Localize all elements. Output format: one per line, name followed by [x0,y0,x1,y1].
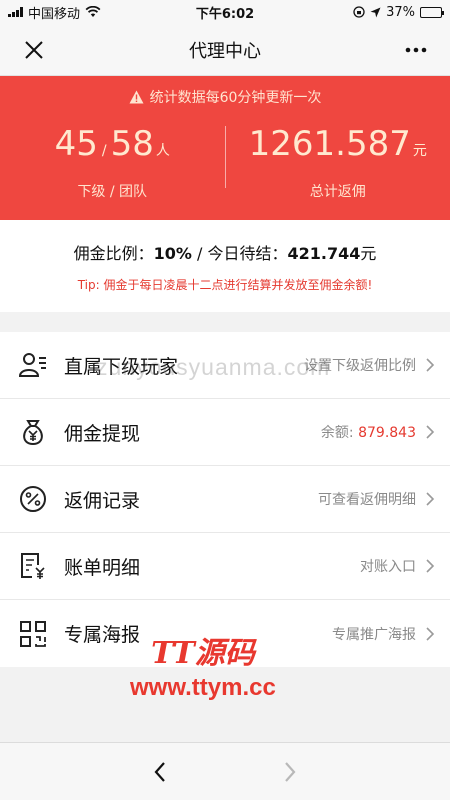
page-title: 代理中心 [189,40,261,62]
pending-value: 421.744 [287,244,361,263]
bill-icon [16,549,50,583]
close-icon [25,40,43,59]
menu-item-title: 账单明细 [64,556,141,579]
team-stat-value: 45 / 58 人 [55,124,170,171]
more-button[interactable] [398,32,434,68]
rebate-stat-value: 1261.587 元 [249,124,427,171]
wifi-icon [85,6,101,17]
percent-icon [16,482,50,516]
pending-label: 今日待结： [207,244,288,263]
rotation-lock-icon [353,6,365,18]
browser-toolbar [0,742,450,800]
balance-value: 879.843 [358,425,416,441]
forward-button[interactable] [270,752,310,792]
signal-icon [8,7,23,17]
menu-item-bill-details[interactable]: 账单明细 对账入口 [0,533,450,600]
rebate-stat-label: 总计返佣 [309,184,366,200]
chevron-right-icon [426,358,435,372]
users-list-icon [16,348,50,382]
location-icon [370,7,381,17]
chevron-right-icon [426,425,435,439]
settlement-tip: Tip: 佣金于每日凌晨十二点进行结算并发放至佣金余额! [77,278,373,292]
battery-icon [420,6,444,18]
update-notice-text: 统计数据每60分钟更新一次 [149,90,322,106]
balance-note: 余额: 879.843 [321,422,416,442]
team-stat: 45 / 58 人 下级 / 团队 [0,118,225,208]
total-rebate-amount: 1261.587 [248,124,411,164]
menu-item-poster[interactable]: 专属海报 专属推广海报 [0,600,450,667]
rebate-stat: 1261.587 元 总计返佣 [226,118,450,208]
team-count: 58 [110,124,154,164]
menu-item-rebate-records[interactable]: 返佣记录 可查看返佣明细 [0,466,450,533]
chevron-right-icon [285,761,296,782]
commission-line: 佣金比例：10% / 今日待结：421.744元 [74,240,377,264]
commission-separator: / [191,244,208,263]
menu-item-title: 佣金提现 [64,422,141,445]
nav-bar: 代理中心 [0,24,450,76]
warning-icon [129,90,144,104]
currency-unit: 元 [412,143,427,159]
subordinate-count: 45 [54,124,98,164]
chevron-right-icon [426,626,435,641]
menu-item-title: 专属海报 [64,624,141,646]
update-notice: 统计数据每60分钟更新一次 [0,76,450,118]
menu-item-note: 设置下级返佣比例 [304,358,416,374]
rate-value: 10% [153,244,192,263]
menu-item-title: 直属下级玩家 [64,355,179,378]
qr-code-icon [16,617,50,651]
stats-banner: 统计数据每60分钟更新一次 45 / 58 人 下级 / 团队 1261.587… [0,76,450,220]
carrier-name: 中国移动 [28,6,81,22]
commission-info: 佣金比例：10% / 今日待结：421.744元 Tip: 佣金于每日凌晨十二点… [0,220,450,312]
stat-slash: / [101,143,107,159]
chevron-right-icon [426,559,435,573]
more-icon [405,47,427,52]
menu-item-note: 对账入口 [360,559,416,575]
watermark-logo-url: www.ttym.cc [130,674,276,701]
menu-item-note: 专属推广海报 [332,626,416,643]
battery-percent: 37% [386,4,415,20]
menu-list: 直属下级玩家 设置下级返佣比例 佣金提现 余额: 879.843 返佣记录 可查… [0,332,450,667]
menu-item-subordinates[interactable]: 直属下级玩家 设置下级返佣比例 [0,332,450,399]
status-left: 中国移动 [8,3,101,22]
back-button[interactable] [140,752,180,792]
people-unit: 人 [155,143,170,159]
team-stat-label: 下级 / 团队 [77,184,148,200]
close-button[interactable] [16,32,52,68]
status-bar: 中国移动 下午6:02 37% [0,0,450,24]
menu-item-note: 可查看返佣明细 [318,492,416,508]
balance-label: 余额: [320,425,359,441]
stats-row: 45 / 58 人 下级 / 团队 1261.587 元 总计返佣 [0,118,450,208]
rate-label: 佣金比例： [73,244,154,263]
menu-item-title: 返佣记录 [64,489,141,512]
menu-item-withdraw[interactable]: 佣金提现 余额: 879.843 [0,399,450,466]
status-right: 37% [353,4,444,20]
chevron-left-icon [154,761,165,782]
chevron-right-icon [426,492,435,506]
money-bag-icon [16,415,50,449]
pending-unit: 元 [360,244,377,263]
